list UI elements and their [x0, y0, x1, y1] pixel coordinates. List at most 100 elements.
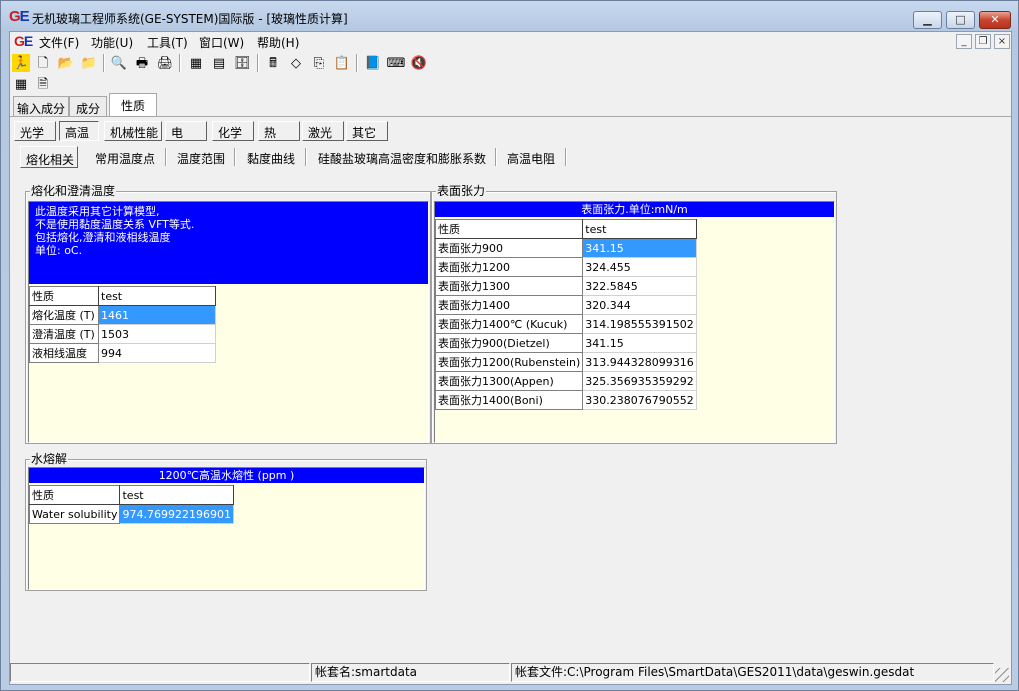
- table-row[interactable]: 表面张力1300(Appen) 325.356935359292: [434, 371, 697, 391]
- table-row[interactable]: 表面张力1200(Rubenstein) 313.944328099316: [434, 352, 697, 372]
- table-row[interactable]: 液相线温度 994: [29, 343, 216, 363]
- table-row[interactable]: 表面张力900(Dietzel) 341.15: [434, 333, 697, 353]
- menu-bar: GE 文件(F) 功能(U) 工具(T) 窗口(W) 帮助(H) _ ❐ ×: [10, 32, 1011, 51]
- melting-note-line: 不是使用黏度温度关系 VFT等式.: [35, 218, 195, 231]
- row-value[interactable]: 341.15: [582, 333, 697, 353]
- table-row[interactable]: 表面张力1300 322.5845: [434, 276, 697, 296]
- row-value[interactable]: 322.5845: [582, 276, 697, 296]
- row-value[interactable]: 341.15: [582, 238, 697, 258]
- open-folder-icon[interactable]: 📂: [57, 54, 75, 72]
- close-button[interactable]: ✕: [979, 11, 1011, 29]
- subtab-resistance[interactable]: 高温电阻: [507, 146, 555, 168]
- column-header-property: 性质: [28, 485, 121, 505]
- melting-group-title: 熔化和澄清温度: [30, 184, 117, 198]
- table-row[interactable]: 澄清温度 (T) 1503: [29, 324, 216, 344]
- run-icon[interactable]: 🏃: [12, 54, 30, 72]
- row-value[interactable]: 324.455: [582, 257, 697, 277]
- row-label: 表面张力1400℃ (Kucuk): [434, 314, 584, 334]
- paste-icon[interactable]: 📋: [333, 54, 351, 72]
- tab-properties[interactable]: 性质: [109, 93, 157, 116]
- mdi-restore-button[interactable]: ❐: [975, 34, 991, 49]
- subtab-common-temps[interactable]: 常用温度点: [95, 146, 155, 168]
- category-mechanical-button[interactable]: 机械性能: [104, 121, 162, 141]
- mdi-close-button[interactable]: ×: [994, 34, 1010, 49]
- category-electric-button[interactable]: 电: [165, 121, 207, 141]
- melting-table: 性质 test 熔化温度 (T) 1461 澄清温度 (T) 1503 液相线温…: [29, 286, 216, 363]
- table-header-row: 性质 test: [434, 219, 697, 239]
- table-row[interactable]: 表面张力1400 320.344: [434, 295, 697, 315]
- report-icon[interactable]: 🗎: [34, 75, 52, 93]
- menu-tools[interactable]: 工具(T): [147, 34, 188, 51]
- category-other-button[interactable]: 其它: [346, 121, 388, 141]
- table-row[interactable]: 表面张力900 341.15: [434, 238, 697, 258]
- column-header-property: 性质: [29, 286, 99, 306]
- row-value[interactable]: 325.356935359292: [582, 371, 697, 391]
- spreadsheet-icon[interactable]: ▦: [12, 75, 30, 93]
- subtab-separator: [165, 148, 167, 166]
- table-row[interactable]: 熔化温度 (T) 1461: [29, 305, 216, 325]
- tab-composition[interactable]: 成分: [69, 96, 107, 116]
- row-value[interactable]: 994: [98, 343, 216, 363]
- melting-group: 熔化和澄清温度 此温度采用其它计算模型, 不是使用黏度温度关系 VFT等式. 包…: [25, 184, 431, 444]
- row-value[interactable]: 313.944328099316: [582, 352, 697, 372]
- subtab-melting[interactable]: 熔化相关: [20, 146, 78, 168]
- category-laser-button[interactable]: 激光: [302, 121, 344, 141]
- subtab-density-expansion[interactable]: 硅酸盐玻璃高温密度和膨胀系数: [318, 146, 486, 168]
- eraser-icon[interactable]: ◇: [287, 54, 305, 72]
- minimize-button[interactable]: ▁: [913, 11, 942, 29]
- database-icon[interactable]: 🗄: [233, 54, 251, 72]
- print-icon[interactable]: 🖨: [156, 54, 174, 72]
- new-file-icon[interactable]: 🗋: [34, 54, 52, 72]
- folder-icon[interactable]: 📁: [80, 54, 98, 72]
- menu-file[interactable]: 文件(F): [39, 34, 79, 51]
- row-label: 表面张力900: [434, 238, 584, 258]
- category-optics-button[interactable]: 光学: [14, 121, 56, 141]
- print-setup-icon[interactable]: 🖶: [133, 54, 151, 72]
- menu-help[interactable]: 帮助(H): [257, 34, 299, 51]
- surface-tension-group: 表面张力 表面张力.单位:mN/m 性质 test 表面张力900 341.15 …: [431, 184, 837, 444]
- grid-icon[interactable]: ▤: [210, 54, 228, 72]
- book-icon[interactable]: 📘: [364, 54, 382, 72]
- menu-function[interactable]: 功能(U): [91, 34, 133, 51]
- speaker-icon[interactable]: 🔇: [410, 54, 428, 72]
- water-header: 1200℃高温水熔性 (ppm ): [29, 468, 424, 483]
- subtab-separator: [234, 148, 236, 166]
- row-value[interactable]: 974.769922196901: [119, 504, 234, 524]
- table-icon[interactable]: ▦: [187, 54, 205, 72]
- table-row[interactable]: 表面张力1400℃ (Kucuk) 314.198555391502: [434, 314, 697, 334]
- category-high-temp-button[interactable]: 高温: [59, 121, 99, 141]
- subtab-separator: [565, 148, 567, 166]
- keyboard-icon[interactable]: ⌨: [387, 54, 406, 72]
- row-value[interactable]: 1461: [98, 305, 216, 325]
- table-row[interactable]: Water solubility 974.769922196901: [28, 504, 234, 524]
- row-value[interactable]: 314.198555391502: [582, 314, 697, 334]
- row-value[interactable]: 320.344: [582, 295, 697, 315]
- mdi-minimize-button[interactable]: _: [956, 34, 972, 49]
- melting-notes: 此温度采用其它计算模型, 不是使用黏度温度关系 VFT等式. 包括熔化,澄清和液…: [29, 202, 428, 284]
- resize-grip-icon[interactable]: [995, 668, 1009, 682]
- category-thermal-button[interactable]: 热: [258, 121, 300, 141]
- title-bar[interactable]: GE 无机玻璃工程师系统(GE-SYSTEM)国际版 - [玻璃性质计算] ▁ …: [1, 1, 1018, 31]
- window-title: 无机玻璃工程师系统(GE-SYSTEM)国际版 - [玻璃性质计算]: [32, 12, 348, 26]
- print-preview-icon[interactable]: 🔍: [110, 54, 128, 72]
- subtab-viscosity-curve[interactable]: 黏度曲线: [247, 146, 295, 168]
- status-bar: 帐套名:smartdata 帐套文件:C:\Program Files\Smar…: [10, 661, 1011, 684]
- category-chemistry-button[interactable]: 化学: [212, 121, 254, 141]
- column-header-test: test: [119, 485, 234, 505]
- row-label: 表面张力900(Dietzel): [434, 333, 584, 353]
- menu-window[interactable]: 窗口(W): [199, 34, 244, 51]
- row-value[interactable]: 330.238076790552: [582, 390, 697, 410]
- row-label: 表面张力1400: [434, 295, 584, 315]
- table-row[interactable]: 表面张力1200 324.455: [434, 257, 697, 277]
- copy-icon[interactable]: ⎘: [310, 54, 328, 72]
- surface-tension-table: 性质 test 表面张力900 341.15 表面张力1200 324.455 表面…: [434, 219, 697, 410]
- subtab-temp-range[interactable]: 温度范围: [177, 146, 225, 168]
- app-logo-icon: GE: [9, 8, 30, 25]
- calculator-icon[interactable]: 🖩: [264, 54, 282, 72]
- melting-note-line: 包括熔化,澄清和液相线温度: [35, 231, 171, 244]
- maximize-button[interactable]: □: [946, 11, 975, 29]
- row-label: 液相线温度: [29, 343, 99, 363]
- table-row[interactable]: 表面张力1400(Boni) 330.238076790552: [434, 390, 697, 410]
- tab-input-composition[interactable]: 输入成分: [13, 96, 69, 116]
- row-value[interactable]: 1503: [98, 324, 216, 344]
